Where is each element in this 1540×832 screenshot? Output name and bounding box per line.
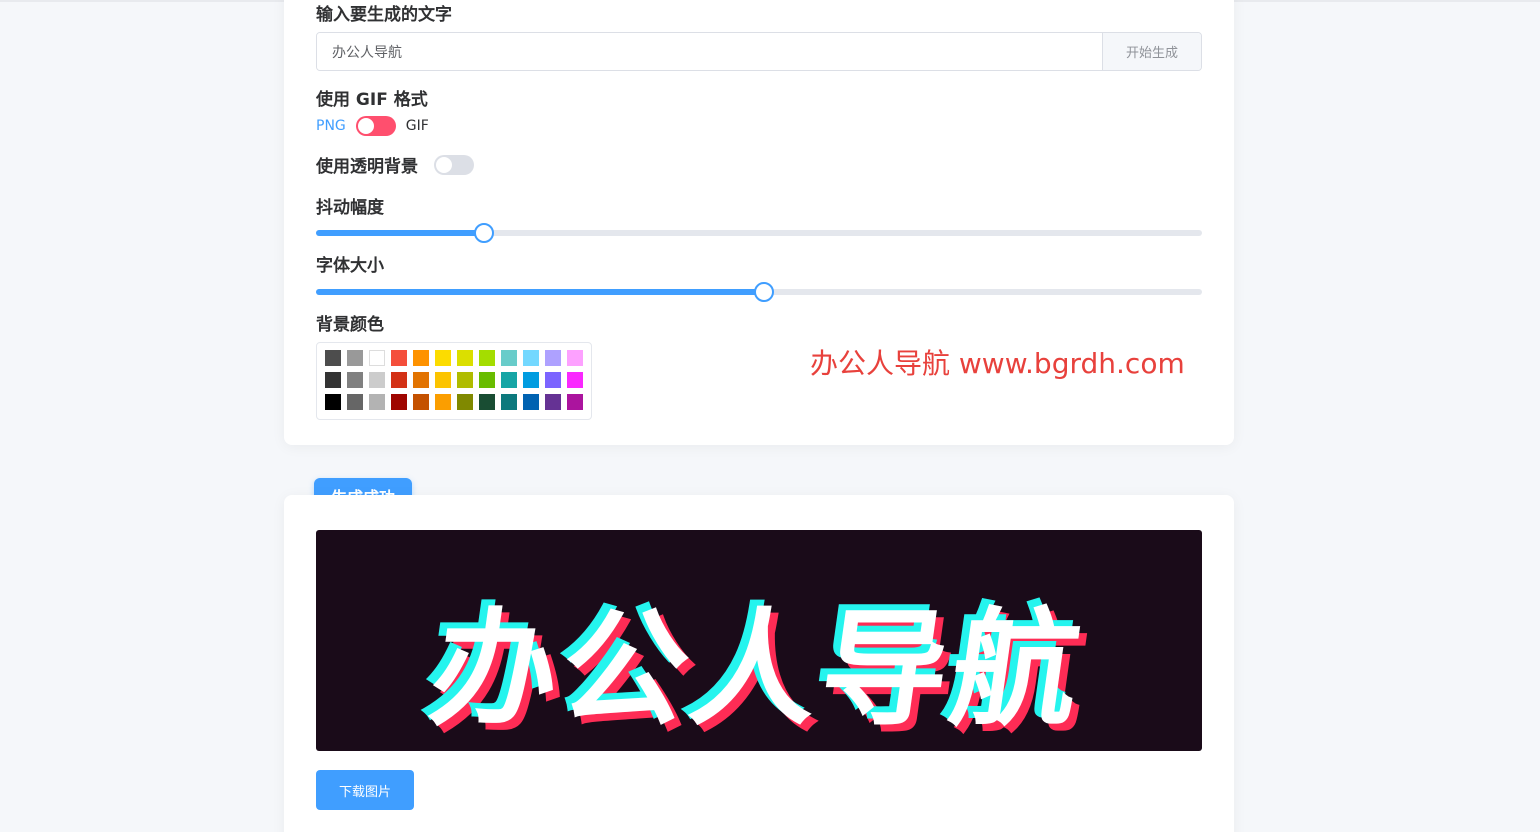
format-gif-label[interactable]: GIF — [406, 118, 429, 134]
color-swatch[interactable] — [523, 394, 539, 410]
color-swatch[interactable] — [435, 394, 451, 410]
color-swatch[interactable] — [479, 394, 495, 410]
palette-row — [325, 350, 591, 372]
color-palette — [316, 342, 592, 420]
font-size-slider[interactable] — [316, 282, 1202, 302]
color-swatch[interactable] — [457, 394, 473, 410]
switch-knob — [436, 157, 452, 173]
font-size-label: 字体大小 — [316, 256, 384, 276]
settings-card: 输入要生成的文字 开始生成 使用 GIF 格式 PNG GIF 使用透明背景 抖… — [284, 0, 1234, 445]
bg-color-label: 背景颜色 — [316, 315, 384, 335]
generated-image: 办公人导航 办公人导航 办公人导航 — [316, 530, 1202, 751]
palette-row — [325, 394, 591, 416]
transparent-bg-switch[interactable] — [434, 155, 474, 175]
color-swatch[interactable] — [325, 394, 341, 410]
color-swatch[interactable] — [391, 394, 407, 410]
watermark-text: 办公人导航 www.bgrdh.com — [810, 347, 1185, 380]
color-swatch[interactable] — [435, 350, 451, 366]
color-swatch[interactable] — [457, 372, 473, 388]
palette-row — [325, 372, 591, 394]
shake-amplitude-slider[interactable] — [316, 223, 1202, 243]
color-swatch[interactable] — [457, 350, 473, 366]
color-swatch[interactable] — [325, 350, 341, 366]
generate-button[interactable]: 开始生成 — [1102, 33, 1201, 70]
color-swatch[interactable] — [567, 394, 583, 410]
color-swatch[interactable] — [413, 350, 429, 366]
color-swatch[interactable] — [391, 350, 407, 366]
glitch-text: 办公人导航 办公人导航 办公人导航 — [316, 530, 1202, 751]
color-swatch[interactable] — [501, 394, 517, 410]
color-swatch[interactable] — [347, 394, 363, 410]
switch-knob — [357, 118, 374, 134]
text-input[interactable] — [317, 33, 1102, 70]
text-input-label: 输入要生成的文字 — [316, 5, 452, 25]
format-switch-row: PNG GIF — [316, 116, 429, 136]
slider-fill — [316, 289, 764, 295]
color-swatch[interactable] — [391, 372, 407, 388]
download-image-button[interactable]: 下载图片 — [316, 770, 414, 810]
transparent-bg-label: 使用透明背景 — [316, 157, 418, 177]
color-swatch[interactable] — [545, 350, 561, 366]
color-swatch[interactable] — [501, 372, 517, 388]
slider-fill — [316, 230, 484, 236]
gif-format-label: 使用 GIF 格式 — [316, 90, 428, 110]
color-swatch[interactable] — [413, 372, 429, 388]
color-swatch[interactable] — [523, 350, 539, 366]
color-swatch[interactable] — [479, 350, 495, 366]
color-swatch[interactable] — [479, 372, 495, 388]
slider-thumb[interactable] — [474, 223, 494, 243]
glitch-white-layer: 办公人导航 — [422, 596, 1093, 743]
color-swatch[interactable] — [523, 372, 539, 388]
color-swatch[interactable] — [347, 372, 363, 388]
color-swatch[interactable] — [567, 350, 583, 366]
color-swatch[interactable] — [369, 350, 385, 366]
color-swatch[interactable] — [325, 372, 341, 388]
result-card: 办公人导航 办公人导航 办公人导航 下载图片 — [284, 495, 1234, 832]
color-swatch[interactable] — [369, 394, 385, 410]
color-swatch[interactable] — [567, 372, 583, 388]
color-swatch[interactable] — [435, 372, 451, 388]
color-swatch[interactable] — [413, 394, 429, 410]
gif-format-switch[interactable] — [355, 116, 396, 136]
text-input-group: 开始生成 — [316, 32, 1202, 71]
color-swatch[interactable] — [501, 350, 517, 366]
format-png-label[interactable]: PNG — [316, 118, 346, 134]
color-swatch[interactable] — [347, 350, 363, 366]
color-swatch[interactable] — [369, 372, 385, 388]
color-swatch[interactable] — [545, 372, 561, 388]
color-swatch[interactable] — [545, 394, 561, 410]
shake-amplitude-label: 抖动幅度 — [316, 198, 384, 218]
slider-thumb[interactable] — [754, 282, 774, 302]
